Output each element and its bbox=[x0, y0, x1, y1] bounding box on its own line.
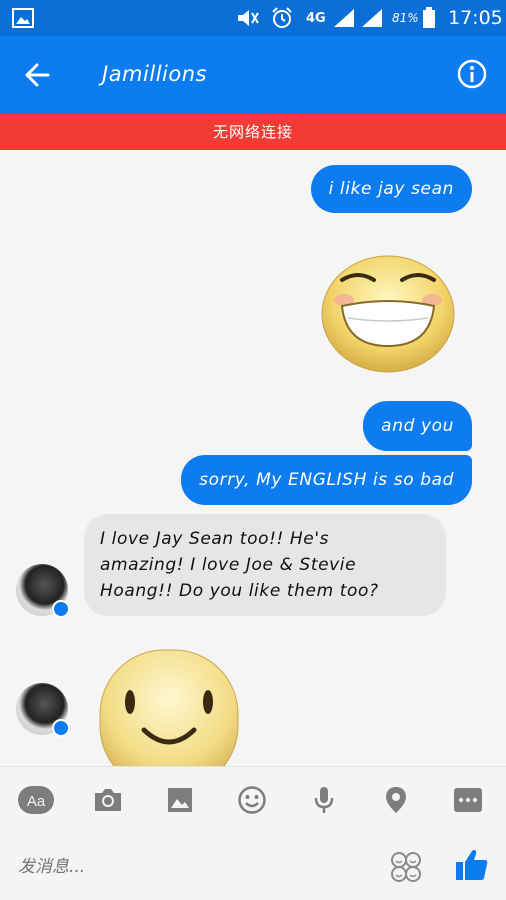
outgoing-message[interactable]: and you bbox=[363, 401, 472, 451]
laughing-face-sticker[interactable] bbox=[318, 248, 458, 376]
smiling-face-sticker[interactable] bbox=[98, 648, 240, 791]
emoji-icon[interactable] bbox=[234, 785, 270, 815]
text-format-icon[interactable]: Aa bbox=[18, 785, 54, 815]
thumbs-up-icon[interactable] bbox=[454, 847, 490, 883]
incoming-message[interactable]: I love Jay Sean too!! He's amazing! I lo… bbox=[84, 514, 446, 616]
gallery-icon bbox=[12, 6, 34, 30]
text-format-label: Aa bbox=[27, 793, 46, 810]
alarm-icon bbox=[270, 6, 294, 30]
mute-icon bbox=[236, 6, 260, 30]
clock: 17:05 bbox=[448, 7, 503, 29]
avatar[interactable] bbox=[16, 564, 70, 618]
info-icon[interactable] bbox=[456, 58, 488, 90]
network-type: 4G bbox=[306, 10, 326, 26]
arrow-left-icon[interactable] bbox=[22, 60, 54, 90]
more-icon[interactable] bbox=[450, 785, 486, 815]
location-icon[interactable] bbox=[378, 785, 414, 815]
stickers-icon[interactable] bbox=[390, 851, 422, 883]
battery-icon bbox=[422, 6, 436, 30]
outgoing-message[interactable]: i like jay sean bbox=[310, 165, 472, 213]
messenger-badge-icon bbox=[52, 719, 70, 737]
mic-icon[interactable] bbox=[306, 785, 342, 815]
composer: Aa bbox=[0, 766, 506, 900]
app-bar: Jamillions bbox=[0, 36, 506, 114]
messenger-badge-icon bbox=[52, 600, 70, 618]
image-icon[interactable] bbox=[162, 785, 198, 815]
signal-icon bbox=[332, 6, 356, 30]
message-input[interactable] bbox=[18, 853, 318, 881]
outgoing-message[interactable]: sorry, My ENGLISH is so bad bbox=[181, 455, 472, 505]
camera-icon[interactable] bbox=[90, 785, 126, 815]
signal-icon bbox=[360, 6, 384, 30]
status-bar: 4G 81% 17:05 bbox=[0, 0, 506, 36]
battery-percent: 81% bbox=[392, 11, 419, 25]
conversation-title[interactable]: Jamillions bbox=[102, 62, 207, 86]
offline-banner: 无网络连接 bbox=[0, 114, 506, 150]
avatar[interactable] bbox=[16, 683, 70, 737]
